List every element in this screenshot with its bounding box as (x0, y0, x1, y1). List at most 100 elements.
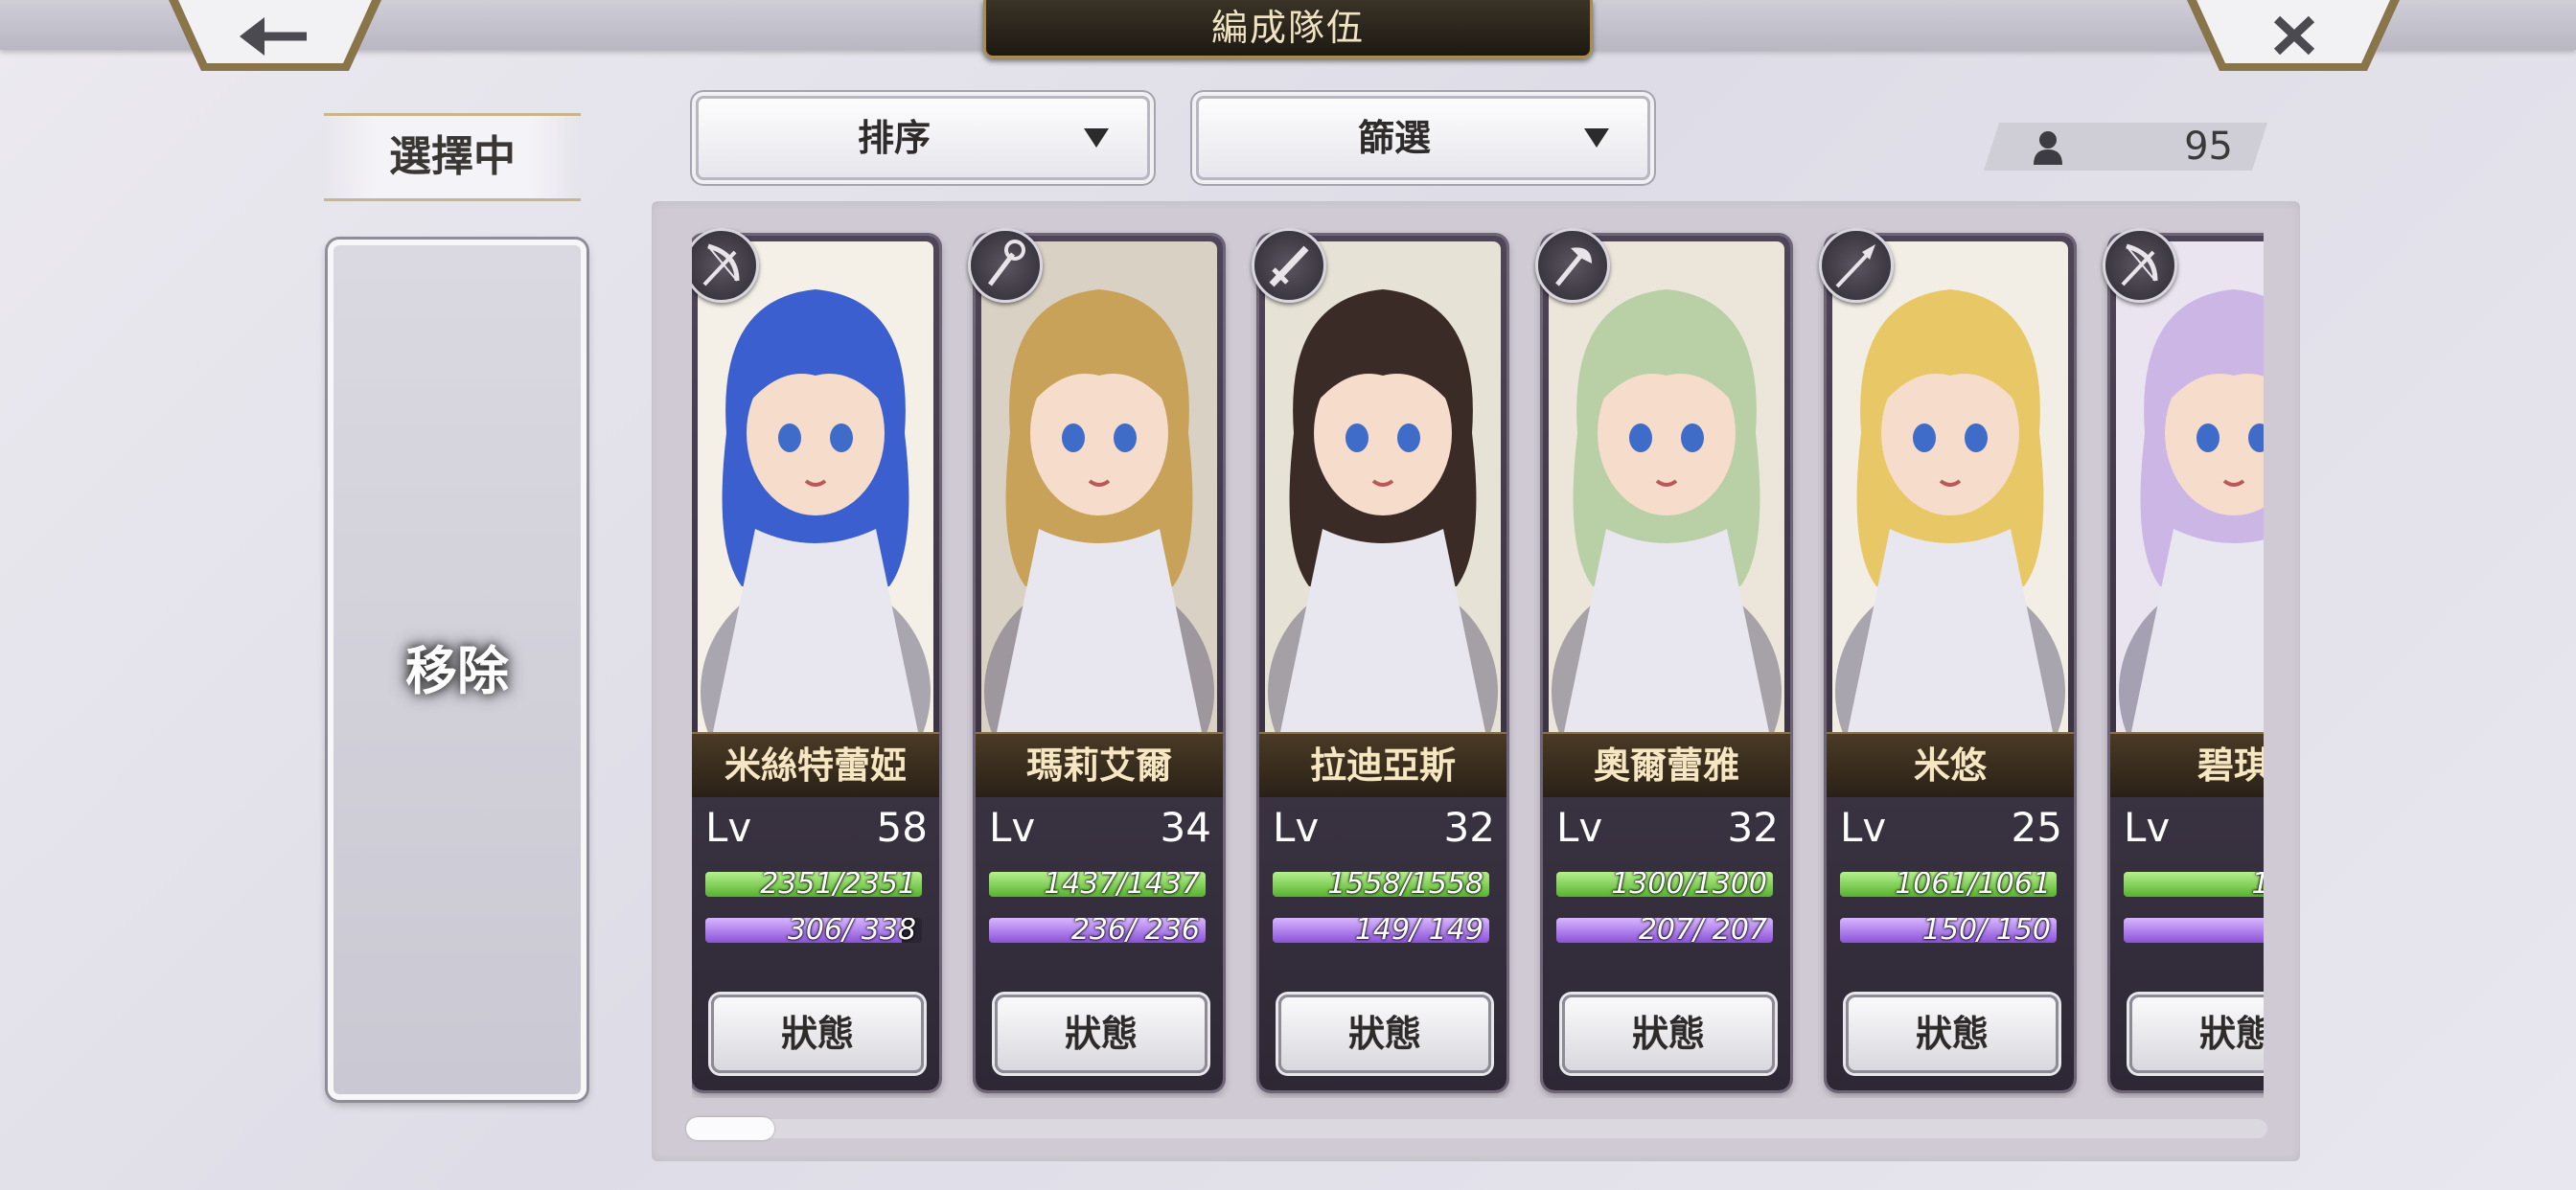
dropdown-arrow-icon (1084, 128, 1109, 148)
level-label: Lv (1840, 804, 1887, 851)
status-button[interactable]: 狀態 (1278, 995, 1491, 1073)
hp-bar: 1558/1558 (1273, 872, 1489, 897)
character-name: 奧爾蕾雅 (1593, 744, 1739, 787)
level-label: Lv (1273, 804, 1320, 851)
character-name-bar: 瑪莉艾爾 (976, 732, 1223, 797)
level-row: Lv 32 (1556, 803, 1779, 853)
selecting-label: 選擇中 (389, 132, 516, 181)
hp-bar: 1437/1437 (989, 872, 1206, 897)
character-portrait (1832, 241, 2068, 732)
level-row: Lv (2124, 803, 2264, 853)
sort-label: 排序 (857, 116, 931, 159)
character-name-bar: 米絲特蕾婭 (692, 732, 939, 797)
level-value: 32 (1443, 804, 1495, 851)
unit-count-value: 95 (2184, 125, 2233, 169)
sword-icon (1252, 228, 1326, 303)
level-label: Lv (1556, 804, 1603, 851)
filter-label: 篩選 (1357, 116, 1431, 159)
character-list[interactable]: 米絲特蕾婭 Lv 58 2351/2351 306/ 338 狀態 瑪莉艾爾 L… (692, 228, 2264, 1098)
level-row: Lv 58 (705, 803, 928, 853)
character-portrait (2116, 241, 2264, 732)
character-name-bar: 米悠 (1827, 732, 2074, 797)
level-value: 25 (2011, 804, 2062, 851)
mp-value: 149/ 149 (1354, 918, 1484, 943)
dropdown-arrow-icon (1584, 128, 1609, 148)
mp-value: 150/ 150 (1921, 918, 2051, 943)
staff-icon (968, 228, 1043, 303)
status-label: 狀態 (1631, 1012, 1705, 1055)
hp-bar: 2351/2351 (705, 872, 922, 897)
level-label: Lv (989, 804, 1036, 851)
mp-bar: 236/ 236 (989, 918, 1206, 943)
hp-value: 1558/1558 (1327, 872, 1484, 897)
mp-bar: 150/ 150 (1840, 918, 2057, 943)
character-portrait (1265, 241, 1501, 732)
status-label: 狀態 (2198, 1012, 2264, 1055)
level-label: Lv (2124, 804, 2171, 851)
status-label: 狀態 (1347, 1012, 1421, 1055)
scrollbar-thumb[interactable] (686, 1117, 774, 1140)
close-button[interactable] (2183, 0, 2404, 73)
hp-value: 1061/1061 (1895, 872, 2051, 897)
hp-value: 1437/1437 (1044, 872, 1200, 897)
character-card[interactable]: 瑪莉艾爾 Lv 34 1437/1437 236/ 236 狀態 (976, 236, 1223, 1090)
status-button[interactable]: 狀態 (1562, 995, 1775, 1073)
character-card[interactable]: 拉迪亞斯 Lv 32 1558/1558 149/ 149 狀態 (1259, 236, 1506, 1090)
hp-value: 1035/ (2124, 872, 2264, 897)
level-row: Lv 32 (1273, 803, 1495, 853)
mp-bar: 156/ (2124, 918, 2264, 943)
filter-dropdown[interactable]: 篩選 (1196, 96, 1650, 180)
character-name: 碧琪 (2196, 744, 2264, 787)
level-value: 34 (1160, 804, 1211, 851)
character-name-bar: 奧爾蕾雅 (1543, 732, 1790, 797)
mp-bar: 207/ 207 (1556, 918, 1773, 943)
status-button[interactable]: 狀態 (711, 995, 924, 1073)
status-button[interactable]: 狀態 (995, 995, 1208, 1073)
mp-bar: 306/ 338 (705, 918, 922, 943)
spear-icon (1819, 228, 1894, 303)
hp-bar: 1035/ (2124, 872, 2264, 897)
bow-icon (2103, 228, 2177, 303)
level-label: Lv (705, 804, 752, 851)
axe-icon (1535, 228, 1610, 303)
status-label: 狀態 (1064, 1012, 1138, 1055)
title-plate: 編成隊伍 (983, 0, 1593, 58)
hp-value: 2351/2351 (760, 872, 916, 897)
status-button[interactable]: 狀態 (1846, 995, 2058, 1073)
character-card[interactable]: 奧爾蕾雅 Lv 32 1300/1300 207/ 207 狀態 (1543, 236, 1790, 1090)
character-portrait (1549, 241, 1784, 732)
mp-value: 306/ 338 (787, 918, 916, 943)
level-value: 58 (876, 804, 928, 851)
selecting-label-plate: 選擇中 (324, 113, 581, 201)
hp-value: 1300/1300 (1611, 872, 1767, 897)
sort-dropdown[interactable]: 排序 (696, 96, 1150, 180)
mp-value: 156/ (2124, 918, 2264, 943)
level-row: Lv 25 (1840, 803, 2062, 853)
unit-count: 95 (2003, 123, 2252, 171)
character-card[interactable]: 米絲特蕾婭 Lv 58 2351/2351 306/ 338 狀態 (692, 236, 939, 1090)
remove-label: 移除 (405, 640, 509, 701)
character-name-bar: 碧琪 (2110, 732, 2264, 797)
character-card[interactable]: 米悠 Lv 25 1061/1061 150/ 150 狀態 (1827, 236, 2074, 1090)
character-name: 瑪莉艾爾 (1025, 744, 1172, 787)
mp-value: 236/ 236 (1070, 918, 1200, 943)
status-label: 狀態 (1915, 1012, 1989, 1055)
back-button[interactable] (165, 0, 385, 73)
horizontal-scrollbar[interactable] (686, 1119, 2267, 1138)
page-title: 編成隊伍 (1210, 7, 1365, 49)
status-label: 狀態 (780, 1012, 854, 1055)
level-row: Lv 34 (989, 803, 1211, 853)
character-name: 拉迪亞斯 (1309, 744, 1456, 787)
character-portrait (981, 241, 1217, 732)
hp-bar: 1061/1061 (1840, 872, 2057, 897)
character-card[interactable]: 碧琪 Lv 1035/ 156/ 狀態 (2110, 236, 2264, 1090)
bow-icon (692, 228, 759, 303)
character-portrait (698, 241, 933, 732)
mp-value: 207/ 207 (1638, 918, 1767, 943)
character-name-bar: 拉迪亞斯 (1259, 732, 1506, 797)
person-icon (2034, 131, 2062, 165)
character-name: 米絲特蕾婭 (724, 744, 907, 787)
status-button[interactable]: 狀態 (2129, 995, 2264, 1073)
remove-slot-button[interactable]: 移除 (328, 240, 586, 1100)
hp-bar: 1300/1300 (1556, 872, 1773, 897)
